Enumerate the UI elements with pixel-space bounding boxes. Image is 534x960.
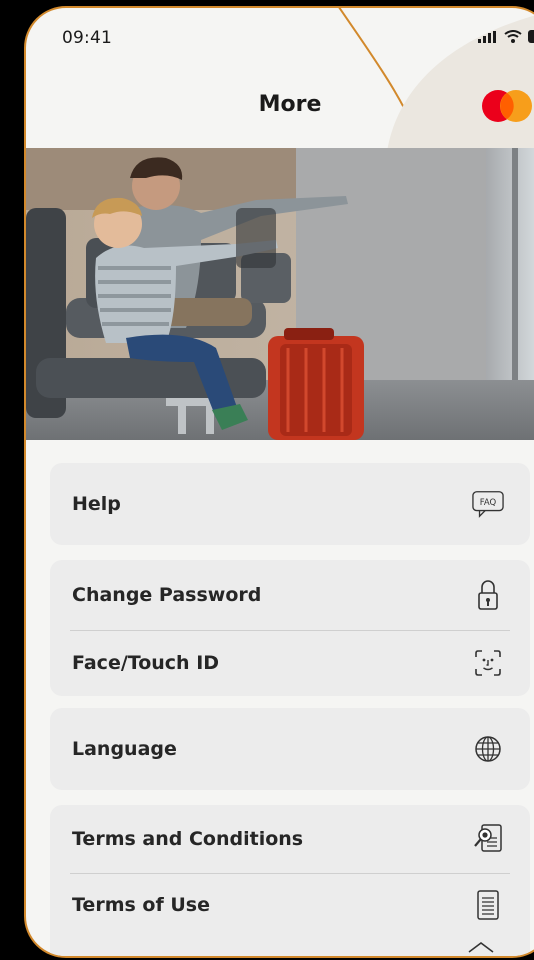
phone-frame: 09:41 More Help FAQ Change Password Face… [24,6,534,958]
status-icons [478,30,534,43]
battery-icon [528,30,534,43]
signal-icon [478,30,496,43]
menu-label-help: Help [72,493,121,515]
faq-icon: FAQ [472,488,504,520]
menu-group-preferences: Language [50,708,530,790]
menu-group-security: Change Password Face/Touch ID [50,560,530,696]
face-id-icon [472,647,504,679]
menu-label-language: Language [72,738,177,760]
menu-item-face-touch-id[interactable]: Face/Touch ID [50,630,530,696]
menu-group-support: Help FAQ [50,463,530,545]
menu-item-terms-of-use[interactable]: Terms of Use [50,873,530,937]
hero-image [26,148,534,440]
page-title: More [258,92,322,117]
menu-label-face-touch-id: Face/Touch ID [72,652,220,674]
globe-icon [472,733,504,765]
chevron-up-icon [468,942,494,953]
lock-icon [472,579,504,611]
document-search-icon [472,823,504,855]
menu-label-terms-and-conditions: Terms and Conditions [72,828,304,850]
menu-item-terms-and-conditions[interactable]: Terms and Conditions [50,805,530,873]
menu-item-language[interactable]: Language [50,708,530,790]
menu-item-help[interactable]: Help FAQ [50,463,530,545]
menu-group-legal: Terms and Conditions Terms of Use [50,805,530,956]
menu-label-terms-of-use: Terms of Use [72,894,210,916]
document-icon [472,889,504,921]
mastercard-logo [482,90,532,122]
status-time: 09:41 [62,28,112,48]
menu-item-change-password[interactable]: Change Password [50,560,530,630]
svg-text:FAQ: FAQ [480,497,497,507]
wifi-icon [504,30,522,43]
menu-label-change-password: Change Password [72,584,262,606]
